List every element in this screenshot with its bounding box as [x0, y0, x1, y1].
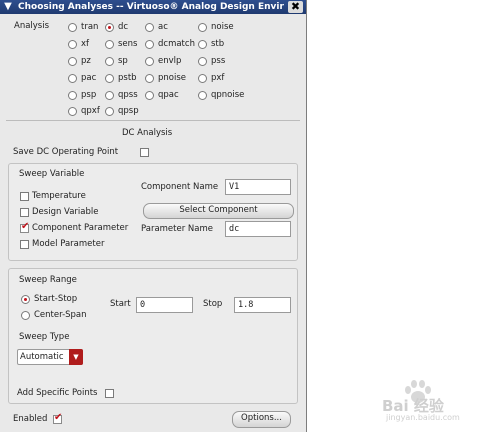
analysis-qpnoise-label: qpnoise — [211, 90, 245, 100]
analysis-qpsp-radio[interactable] — [105, 107, 114, 116]
start-stop-label: Start-Stop — [34, 294, 78, 304]
analysis-pac-radio[interactable] — [68, 74, 77, 83]
analysis-stb-radio[interactable] — [198, 40, 207, 49]
analysis-psp-radio[interactable] — [68, 91, 77, 100]
sweep-variable-group: Sweep Variable Temperature Design Variab… — [8, 163, 298, 261]
sweep-variable-title: Sweep Variable — [19, 169, 85, 179]
add-specific-points-label: Add Specific Points — [17, 388, 98, 398]
sweep-type-value: Automatic — [20, 352, 64, 362]
temperature-checkbox[interactable] — [20, 192, 29, 201]
analysis-envlp-label: envlp — [158, 56, 182, 66]
analysis-pac-label: pac — [81, 73, 97, 83]
sweep-range-group: Sweep Range Start-Stop Center-Span Start… — [8, 268, 298, 404]
analysis-psp-label: psp — [81, 90, 97, 100]
sweep-type-label: Sweep Type — [19, 332, 70, 342]
analysis-xf-label: xf — [81, 39, 90, 49]
component-parameter-label: Component Parameter — [32, 223, 129, 233]
analysis-dcmatch-label: dcmatch — [158, 39, 195, 49]
analysis-qpxf-radio[interactable] — [68, 107, 77, 116]
analysis-dc-label: dc — [118, 22, 129, 32]
divider — [6, 120, 300, 121]
model-parameter-label: Model Parameter — [32, 239, 105, 249]
analysis-qpac-label: qpac — [158, 90, 179, 100]
dc-analysis-title: DC Analysis — [122, 128, 173, 138]
analysis-label: Analysis — [14, 21, 50, 31]
analysis-sp-radio[interactable] — [105, 57, 114, 66]
enabled-checkbox[interactable] — [53, 412, 62, 424]
options-button[interactable]: Options... — [232, 411, 291, 428]
analysis-pz-radio[interactable] — [68, 57, 77, 66]
enabled-label: Enabled — [13, 414, 48, 424]
analysis-qpxf-label: qpxf — [81, 106, 100, 116]
temperature-label: Temperature — [32, 191, 86, 201]
analysis-dc-radio[interactable] — [105, 23, 114, 32]
chevron-down-icon[interactable]: ▼ — [2, 1, 14, 13]
analysis-pxf-radio[interactable] — [198, 74, 207, 83]
analysis-noise-radio[interactable] — [198, 23, 207, 32]
analysis-qpss-radio[interactable] — [105, 91, 114, 100]
analysis-pnoise-radio[interactable] — [145, 74, 154, 83]
start-field[interactable]: 0 — [136, 297, 193, 313]
save-dc-op-label: Save DC Operating Point — [13, 147, 119, 157]
parameter-name-field[interactable]: dc — [225, 221, 291, 237]
design-variable-label: Design Variable — [32, 207, 99, 217]
choosing-analyses-window: ▼ Choosing Analyses -- Virtuoso® Analog … — [0, 0, 307, 432]
watermark-subtext: jingyan.baidu.com — [386, 413, 460, 422]
title-bar: ▼ Choosing Analyses -- Virtuoso® Analog … — [0, 0, 306, 14]
analysis-qpnoise-radio[interactable] — [198, 91, 207, 100]
stop-label: Stop — [203, 299, 223, 309]
analysis-stb-label: stb — [211, 39, 225, 49]
analysis-pstb-label: pstb — [118, 73, 137, 83]
add-specific-points-checkbox[interactable] — [105, 389, 114, 398]
start-stop-radio[interactable] — [21, 295, 30, 304]
center-span-label: Center-Span — [34, 310, 87, 320]
parameter-name-label: Parameter Name — [141, 224, 214, 234]
analysis-qpss-label: qpss — [118, 90, 138, 100]
start-label: Start — [110, 299, 131, 309]
analysis-tran-radio[interactable] — [68, 23, 77, 32]
select-component-button[interactable]: Select Component — [143, 203, 294, 219]
model-parameter-checkbox[interactable] — [20, 240, 29, 249]
component-parameter-checkbox[interactable] — [20, 221, 29, 233]
analysis-tran-label: tran — [81, 22, 99, 32]
stop-field[interactable]: 1.8 — [234, 297, 291, 313]
window-title: Choosing Analyses -- Virtuoso® Analog De… — [18, 2, 284, 12]
analysis-qpsp-label: qpsp — [118, 106, 139, 116]
analysis-xf-radio[interactable] — [68, 40, 77, 49]
close-icon[interactable]: ✖ — [288, 1, 303, 13]
sweep-type-select[interactable]: Automatic ▼ — [17, 349, 83, 365]
analysis-ac-radio[interactable] — [145, 23, 154, 32]
analysis-noise-label: noise — [211, 22, 234, 32]
chevron-down-icon[interactable]: ▼ — [69, 349, 83, 365]
analysis-pnoise-label: pnoise — [158, 73, 187, 83]
analysis-ac-label: ac — [158, 22, 168, 32]
sweep-range-title: Sweep Range — [19, 275, 77, 285]
analysis-sp-label: sp — [118, 56, 128, 66]
component-name-label: Component Name — [141, 182, 219, 192]
center-span-radio[interactable] — [21, 311, 30, 320]
analysis-qpac-radio[interactable] — [145, 91, 154, 100]
analysis-dcmatch-radio[interactable] — [145, 40, 154, 49]
component-name-field[interactable]: V1 — [225, 179, 291, 195]
analysis-envlp-radio[interactable] — [145, 57, 154, 66]
design-variable-checkbox[interactable] — [20, 208, 29, 217]
analysis-pxf-label: pxf — [211, 73, 225, 83]
analysis-pss-label: pss — [211, 56, 226, 66]
analysis-sens-label: sens — [118, 39, 138, 49]
analysis-pss-radio[interactable] — [198, 57, 207, 66]
analysis-pstb-radio[interactable] — [105, 74, 114, 83]
analysis-pz-label: pz — [81, 56, 91, 66]
analysis-sens-radio[interactable] — [105, 40, 114, 49]
save-dc-op-checkbox[interactable] — [140, 148, 149, 157]
